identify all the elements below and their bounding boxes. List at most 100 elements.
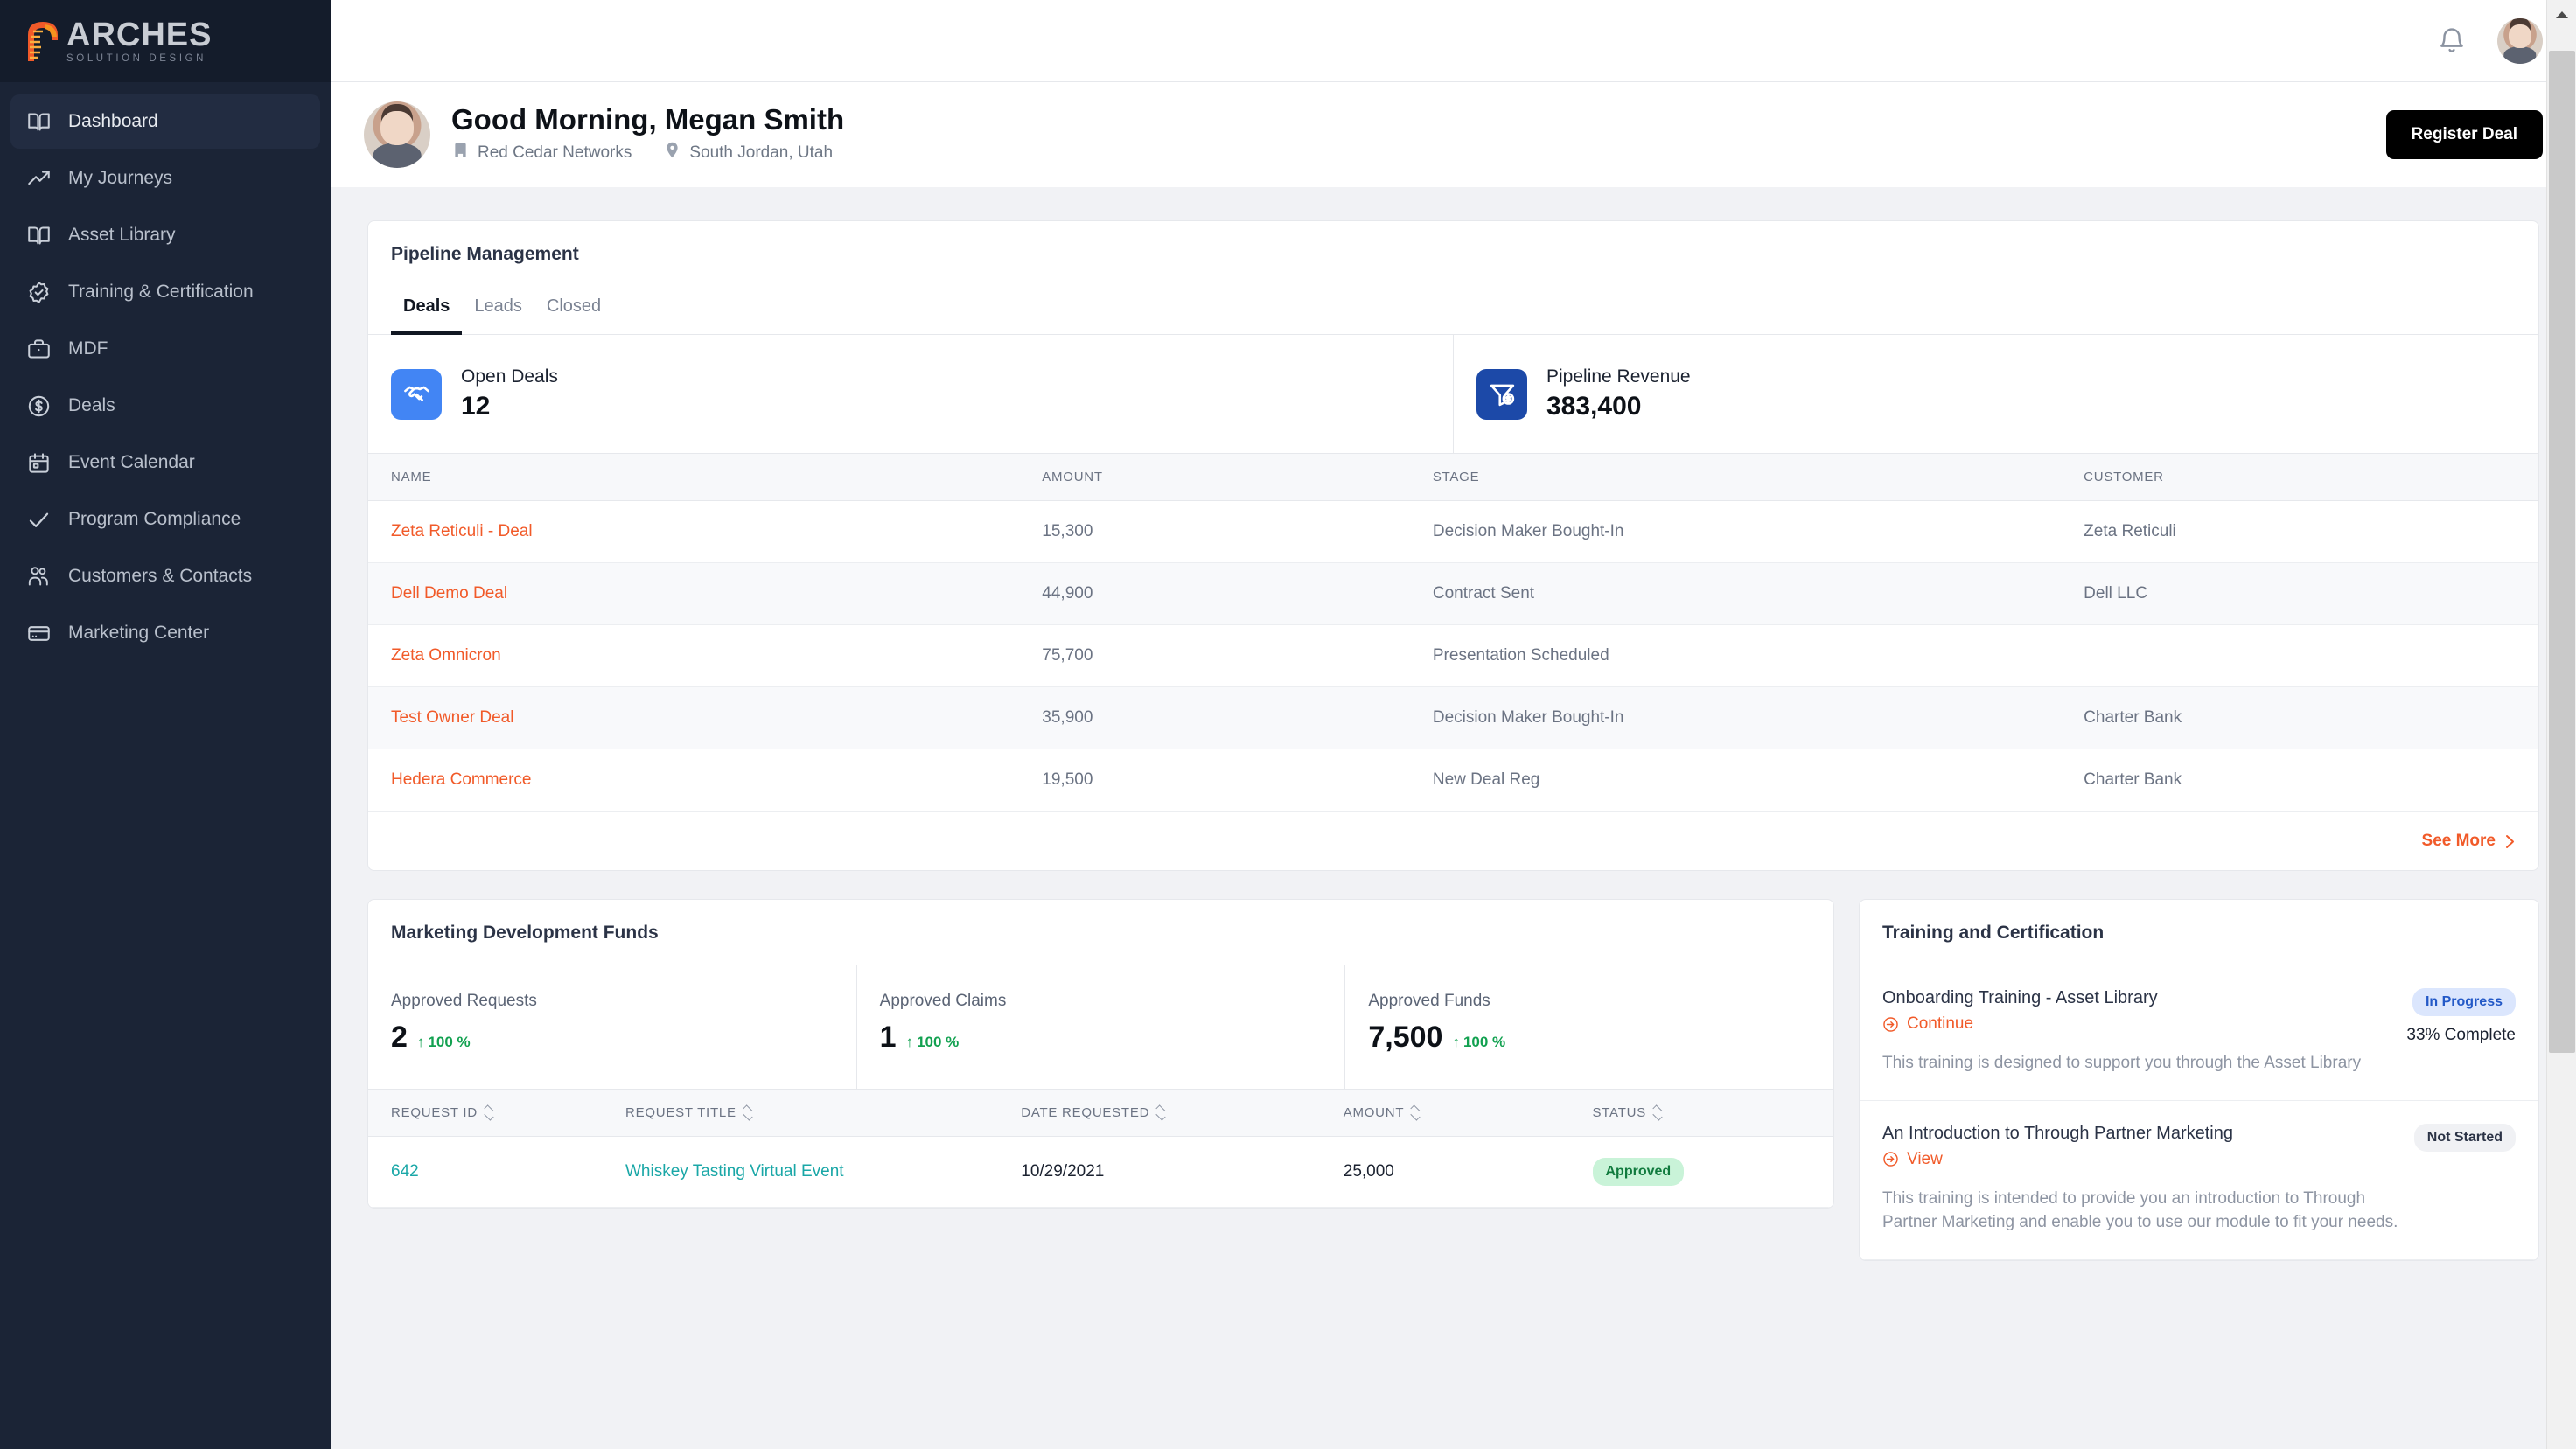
sidebar-item-label: Dashboard (68, 111, 158, 132)
training-item-description: This training is designed to support you… (1882, 1051, 2391, 1076)
sort-icon[interactable] (1653, 1106, 1663, 1119)
deal-amount: 19,500 (1019, 749, 1410, 812)
table-row: Test Owner Deal 35,900 Decision Maker Bo… (368, 687, 2538, 749)
brand-logo[interactable]: ARCHES SOLUTION DESIGN (0, 0, 331, 82)
sidebar-item-label: Program Compliance (68, 509, 241, 530)
pipeline-title: Pipeline Management (391, 244, 2516, 265)
mdf-kpi-label: Approved Requests (391, 992, 834, 1011)
training-item: An Introduction to Through Partner Marke… (1860, 1101, 2538, 1260)
tab-deals[interactable]: Deals (391, 286, 462, 335)
sidebar-item-label: Event Calendar (68, 452, 195, 473)
table-header-row: REQUEST ID REQUEST TITLE DATE REQUESTED … (368, 1090, 1833, 1137)
deal-name-link[interactable]: Zeta Reticuli - Deal (391, 522, 533, 540)
sidebar-item-customers-contacts[interactable]: Customers & Contacts (10, 549, 320, 603)
request-title-link[interactable]: Whiskey Tasting Virtual Event (625, 1162, 844, 1181)
col-name: NAME (368, 454, 1019, 501)
scrollbar-track[interactable] (2547, 30, 2576, 1449)
arrow-up-icon: ↑ (906, 1034, 914, 1051)
col-request-id[interactable]: REQUEST ID (368, 1090, 603, 1137)
table-row: Dell Demo Deal 44,900 Contract Sent Dell… (368, 563, 2538, 625)
sort-icon[interactable] (1411, 1106, 1421, 1119)
mdf-kpi-delta-value: 100 % (1463, 1034, 1505, 1051)
dollar-circle-icon (26, 394, 51, 418)
location-meta: South Jordan, Utah (663, 141, 833, 164)
view-link[interactable]: View (1882, 1150, 2398, 1169)
mdf-kpi-approved-requests: Approved Requests 2 ↑ 100 % (368, 965, 856, 1089)
sidebar-item-training-certification[interactable]: Training & Certification (10, 265, 320, 319)
sidebar-item-label: Customers & Contacts (68, 566, 252, 587)
chevron-up-icon (2556, 11, 2568, 18)
mdf-kpi-label: Approved Claims (880, 992, 1323, 1011)
bell-icon[interactable] (2434, 24, 2469, 59)
deal-amount: 15,300 (1019, 501, 1410, 563)
mdf-kpi-delta: ↑ 100 % (417, 1034, 471, 1051)
col-date-requested[interactable]: DATE REQUESTED (998, 1090, 1321, 1137)
status-badge: Not Started (2414, 1124, 2516, 1152)
mdf-kpi-label: Approved Funds (1368, 992, 1811, 1011)
company-name: Red Cedar Networks (478, 143, 632, 163)
sidebar-item-marketing-center[interactable]: Marketing Center (10, 606, 320, 660)
deal-name-link[interactable]: Zeta Omnicron (391, 646, 501, 665)
status-badge: Approved (1593, 1158, 1685, 1186)
col-status[interactable]: STATUS (1570, 1090, 1834, 1137)
continue-link[interactable]: Continue (1882, 1014, 2391, 1034)
deal-name-link[interactable]: Dell Demo Deal (391, 584, 507, 603)
sidebar-item-asset-library[interactable]: Asset Library (10, 208, 320, 262)
col-label: AMOUNT (1344, 1105, 1405, 1120)
scrollbar-thumb[interactable] (2549, 51, 2575, 1053)
mdf-kpi-delta-value: 100 % (428, 1034, 470, 1051)
mdf-table: REQUEST ID REQUEST TITLE DATE REQUESTED … (368, 1090, 1833, 1208)
sidebar-item-program-compliance[interactable]: Program Compliance (10, 492, 320, 547)
sidebar-item-event-calendar[interactable]: Event Calendar (10, 435, 320, 490)
credit-card-icon (26, 621, 51, 645)
sidebar-item-deals[interactable]: Deals (10, 379, 320, 433)
request-date: 10/29/2021 (998, 1137, 1321, 1208)
sort-icon[interactable] (485, 1106, 494, 1119)
training-action-label: Continue (1907, 1014, 1973, 1034)
sidebar-nav: Dashboard My Journeys Asset Library Trai… (0, 82, 331, 660)
request-amount: 25,000 (1321, 1137, 1570, 1208)
tab-leads[interactable]: Leads (462, 286, 534, 335)
col-request-title[interactable]: REQUEST TITLE (603, 1090, 998, 1137)
request-id-link[interactable]: 642 (391, 1162, 419, 1181)
deal-name-link[interactable]: Hedera Commerce (391, 770, 532, 789)
training-item-description: This training is intended to provide you… (1882, 1187, 2398, 1235)
top-bar (331, 0, 2576, 82)
sidebar-item-my-journeys[interactable]: My Journeys (10, 151, 320, 206)
sidebar-item-mdf[interactable]: MDF (10, 322, 320, 376)
calendar-icon (26, 450, 51, 475)
mdf-kpi-value: 1 (880, 1022, 897, 1052)
table-row: Zeta Omnicron 75,700 Presentation Schedu… (368, 625, 2538, 687)
map-pin-icon (663, 141, 681, 164)
sidebar-item-dashboard[interactable]: Dashboard (10, 94, 320, 149)
tab-closed[interactable]: Closed (534, 286, 613, 335)
pipeline-kpis: Open Deals 12 Pipeline Revenue 383,400 (368, 335, 2538, 454)
page-scrollbar[interactable] (2546, 0, 2576, 1449)
deal-customer (2061, 625, 2538, 687)
kpi-value: 383,400 (1546, 392, 1691, 421)
col-label: REQUEST ID (391, 1105, 478, 1120)
funnel-dollar-icon (1476, 369, 1527, 420)
deal-name-link[interactable]: Test Owner Deal (391, 708, 513, 727)
sidebar-item-label: Deals (68, 395, 115, 416)
avatar[interactable] (2497, 18, 2543, 64)
deals-table: NAME AMOUNT STAGE CUSTOMER Zeta Reticuli… (368, 454, 2538, 812)
see-more-link[interactable]: See More (2422, 832, 2516, 851)
mdf-kpi-value: 7,500 (1368, 1022, 1442, 1052)
trending-up-icon (26, 166, 51, 191)
deal-amount: 75,700 (1019, 625, 1410, 687)
arch-logo-icon (19, 16, 70, 66)
register-deal-button[interactable]: Register Deal (2386, 110, 2543, 159)
sidebar-item-label: MDF (68, 338, 108, 359)
scroll-up-button[interactable] (2547, 0, 2576, 30)
sort-icon[interactable] (1156, 1106, 1166, 1119)
mdf-card: Marketing Development Funds Approved Req… (367, 899, 1834, 1209)
sidebar-item-label: Training & Certification (68, 282, 254, 303)
col-amount[interactable]: AMOUNT (1321, 1090, 1570, 1137)
mdf-kpi-delta-value: 100 % (917, 1034, 959, 1051)
col-customer: CUSTOMER (2061, 454, 2538, 501)
sort-icon[interactable] (743, 1106, 753, 1119)
mdf-kpi-value: 2 (391, 1022, 408, 1052)
training-item-title: Onboarding Training - Asset Library (1882, 988, 2391, 1008)
pipeline-tabs: Deals Leads Closed (368, 286, 2538, 335)
